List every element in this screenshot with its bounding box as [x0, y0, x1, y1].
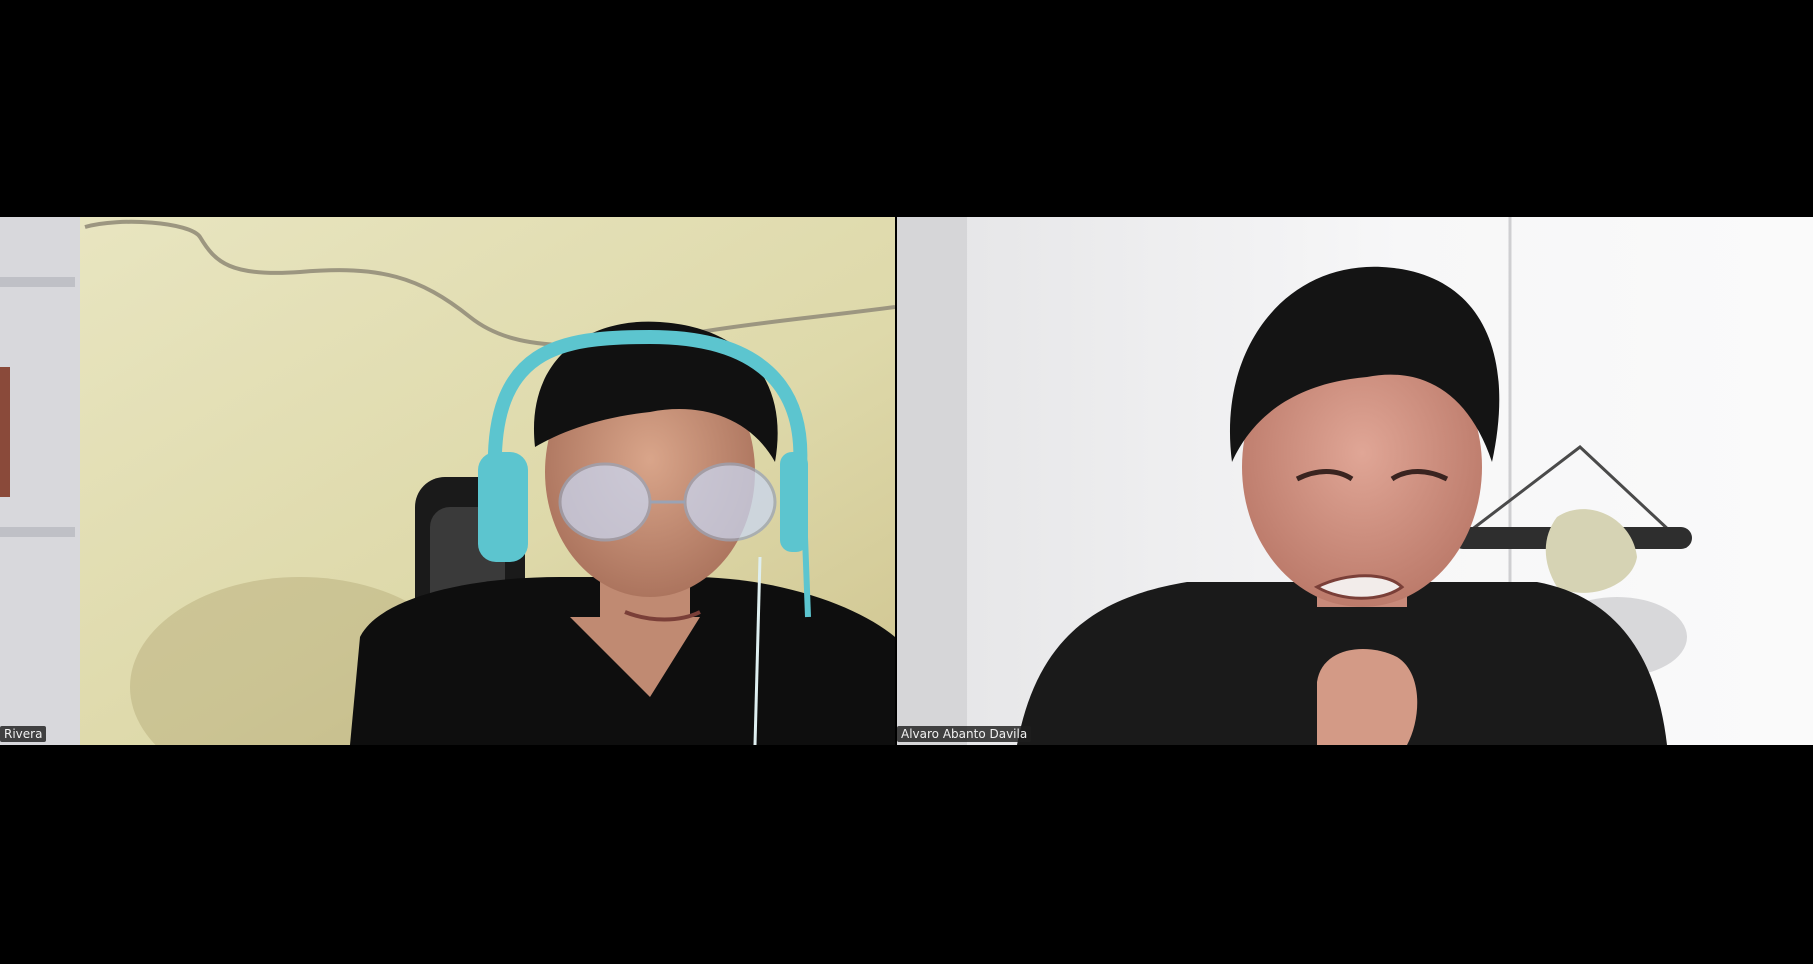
video-gallery: Rivera Alvaro Abanto Davila: [0, 0, 1813, 964]
participant-name-label: Rivera: [0, 726, 47, 742]
participant-video-feed: [897, 217, 1813, 745]
participant-video-tile[interactable]: Rivera: [0, 217, 895, 745]
participant-name-label: Alvaro Abanto Davila: [897, 726, 1032, 742]
participant-video-tile[interactable]: Alvaro Abanto Davila: [897, 217, 1813, 745]
participant-video-feed: [0, 217, 895, 745]
